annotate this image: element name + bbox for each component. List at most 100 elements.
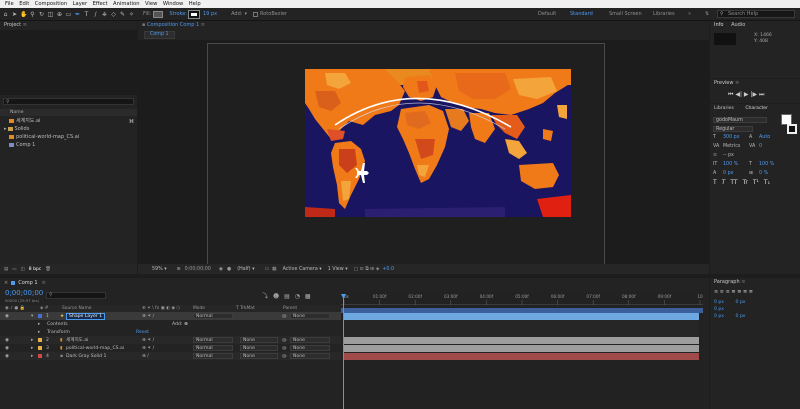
trkmat-dropdown[interactable]: None	[240, 353, 278, 359]
menu-window[interactable]: Window	[163, 1, 183, 7]
first-frame-icon[interactable]: ⏮	[728, 91, 733, 98]
layer-3-bar[interactable]	[343, 345, 699, 352]
home-icon[interactable]: ⌂	[2, 11, 9, 18]
visibility-icon[interactable]: ◉	[5, 354, 9, 359]
small-caps-button[interactable]: Tr	[743, 179, 748, 186]
workspace-standard[interactable]: Standard	[570, 11, 593, 17]
stroke-swatch[interactable]	[188, 9, 200, 19]
next-frame-icon[interactable]: |▶	[750, 91, 757, 98]
layer-name[interactable]: Shape Layer 1	[66, 312, 106, 320]
disclosure-triangle-icon[interactable]: ▾	[31, 314, 33, 319]
layer-name[interactable]: political-world-map_CS.ai	[66, 346, 124, 351]
menu-edit[interactable]: Edit	[19, 1, 29, 7]
column-source-name[interactable]: Source Name	[62, 306, 91, 311]
selection-tool-icon[interactable]: ➤	[11, 11, 18, 18]
close-tab-icon[interactable]: ×	[4, 280, 8, 286]
font-style-dropdown[interactable]: Regular	[713, 125, 753, 132]
subscript-button[interactable]: T₁	[764, 179, 770, 186]
table-row[interactable]: ◉ ▸ 2 ▮ 세계지도.ai ⊕ ✶ / Normal None @ None	[0, 336, 341, 344]
brush-tool-icon[interactable]: /	[92, 11, 99, 18]
type-tool-icon[interactable]: T	[83, 11, 90, 18]
list-item[interactable]: 세계지도.ai ⌘	[0, 117, 137, 125]
table-row[interactable]: ◉ ▸ 3 ▮ political-world-map_CS.ai ⊕ ✶ / …	[0, 344, 341, 352]
add-dropdown-icon[interactable]: ▾	[244, 11, 247, 17]
indent-right-value[interactable]: 0 px	[736, 300, 746, 305]
search-help-input[interactable]: ⚲ Search Help	[717, 10, 795, 18]
tracking-value[interactable]: 0	[759, 144, 762, 149]
snapshot-icon[interactable]: ◉	[219, 267, 223, 272]
all-caps-button[interactable]: TT	[730, 179, 737, 186]
time-ruler[interactable]: 0s 01:00f 02:00f 03:00f 04:00f 05:00f 06:00f 07…	[341, 292, 703, 305]
list-item[interactable]: political-world-map_CS.ai	[0, 133, 137, 141]
list-item[interactable]: Comp 1	[0, 141, 137, 149]
pickwhip-icon[interactable]: @	[282, 338, 287, 343]
visibility-icon[interactable]: ◉	[5, 314, 9, 319]
transparency-icon[interactable]: ▦	[272, 267, 277, 272]
table-row[interactable]: ◉ ▸ 4 ▪ Dark Gray Solid 1 ⊕ / Normal Non…	[0, 352, 341, 360]
align-right-icon[interactable]: ≡	[726, 289, 730, 295]
align-left-icon[interactable]: ≡	[714, 289, 718, 295]
project-column-header[interactable]: Name	[0, 109, 137, 116]
horizontal-scale-value[interactable]: 100 %	[759, 162, 774, 167]
disclosure-triangle-icon[interactable]: ▸	[38, 322, 40, 327]
pickwhip-icon[interactable]: @	[282, 314, 287, 319]
resolution-dropdown[interactable]: (Half) ▾	[237, 267, 254, 272]
zoom-tool-icon[interactable]: ⚲	[29, 11, 36, 18]
exposure-value[interactable]: +0.0	[382, 267, 394, 272]
prev-frame-icon[interactable]: ◀|	[735, 91, 742, 98]
delete-icon[interactable]: 🗑	[45, 267, 51, 272]
stroke-width-value[interactable]: -- px	[723, 153, 749, 158]
rotobezier-checkbox[interactable]	[252, 11, 258, 17]
sync-icon[interactable]: ⇅	[705, 11, 709, 17]
pan-behind-tool-icon[interactable]: ⊕	[56, 11, 63, 18]
column-trkmat[interactable]: T TrkMat	[236, 306, 255, 311]
menu-file[interactable]: File	[5, 1, 14, 7]
tab-libraries[interactable]: Libraries	[714, 106, 734, 111]
tab-info[interactable]: Info	[714, 22, 723, 28]
pen-tool-icon[interactable]: ✒	[74, 11, 81, 18]
vertical-scale-value[interactable]: 100 %	[723, 162, 749, 167]
list-item[interactable]: ▸ Solids	[0, 125, 137, 133]
view-layout-dropdown[interactable]: 1 View ▾	[328, 267, 348, 272]
disclosure-triangle-icon[interactable]: ▸	[31, 338, 33, 343]
visibility-icon[interactable]: ◉	[5, 338, 9, 343]
disclosure-triangle-icon[interactable]: ▸	[4, 125, 7, 133]
column-parent[interactable]: Parent	[283, 306, 297, 311]
baseline-shift-value[interactable]: 0 px	[723, 171, 749, 176]
mode-dropdown[interactable]: Normal	[193, 345, 233, 351]
justify-all-icon[interactable]: ≣	[749, 289, 753, 295]
space-after-value[interactable]: 0 px	[736, 314, 746, 319]
trkmat-dropdown[interactable]: None	[240, 345, 278, 351]
composition-viewer[interactable]	[138, 40, 709, 265]
toggle-icons[interactable]: ▢ ⊡ ⧉ ⊞ ◈	[354, 266, 380, 272]
eraser-tool-icon[interactable]: ◇	[110, 11, 117, 18]
draft-3d-icon[interactable]: ⤵	[262, 293, 268, 300]
add-circle-icon[interactable]: ⊕	[184, 322, 188, 327]
indent-first-value[interactable]: 0 px	[714, 307, 724, 312]
layer-switches-icon[interactable]: ⊕ ✶ /	[142, 346, 154, 351]
hand-tool-icon[interactable]: ✋	[20, 11, 27, 18]
layer-2-bar[interactable]	[343, 337, 699, 344]
menu-animation[interactable]: Animation	[113, 1, 139, 7]
zoom-dropdown[interactable]: 59% ▾	[152, 267, 167, 272]
color-icon[interactable]: ●	[227, 267, 231, 272]
align-center-icon[interactable]: ≡	[720, 289, 724, 295]
interpret-footage-icon[interactable]: ▤	[4, 267, 8, 272]
indent-left-value[interactable]: 0 px	[714, 300, 724, 305]
stroke-width-value[interactable]: 19 px	[203, 11, 217, 17]
table-row[interactable]: ▸ Contents Add: ⊕	[0, 320, 341, 328]
menu-view[interactable]: View	[145, 1, 157, 7]
tab-character[interactable]: Character	[745, 106, 768, 111]
layer-name[interactable]: 세계지도.ai	[66, 337, 88, 343]
menu-composition[interactable]: Composition	[35, 1, 67, 7]
stroke-color-swatch[interactable]	[787, 123, 797, 134]
stroke-label[interactable]: Stroke:	[169, 11, 187, 17]
fill-swatch[interactable]	[153, 10, 164, 18]
timeline-search-input[interactable]: ⚲	[46, 292, 106, 299]
timecode-display[interactable]: 0;00;00;00	[185, 267, 211, 272]
region-icon[interactable]: ▭	[264, 267, 269, 272]
layer-color-label[interactable]	[38, 354, 42, 358]
mode-dropdown[interactable]: Normal	[193, 337, 233, 343]
layer-1-bar[interactable]	[343, 313, 699, 320]
new-folder-icon[interactable]: ▭	[12, 267, 16, 272]
